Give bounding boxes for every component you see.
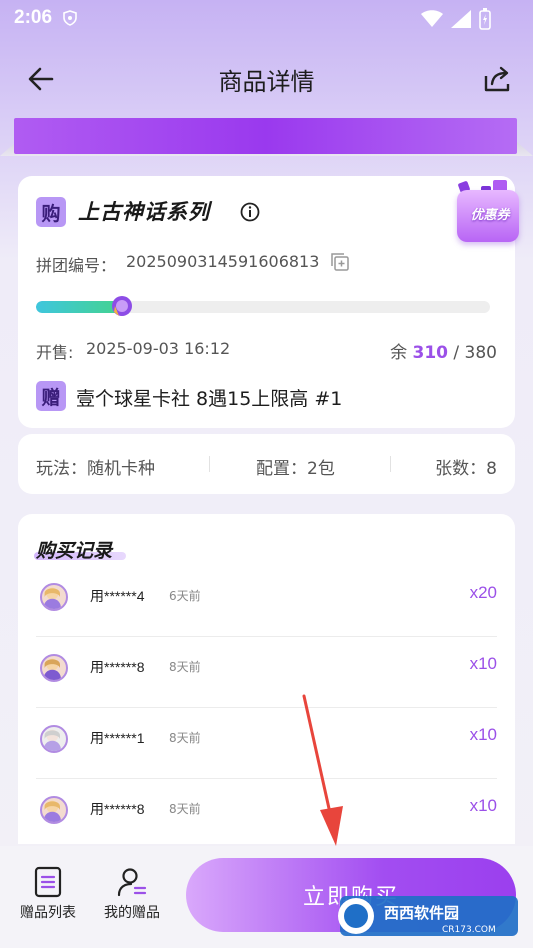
avatar bbox=[40, 583, 68, 611]
remain-separator: / bbox=[453, 343, 460, 363]
record-quantity: x10 bbox=[469, 725, 497, 744]
signal-icon bbox=[451, 10, 471, 28]
attr-config: 配置：2包 bbox=[256, 459, 335, 479]
list-icon bbox=[34, 866, 62, 898]
series-title: 上古神话系列 bbox=[78, 200, 210, 224]
gift-text: 壹个球星卡社 8遇15上限高 #1 bbox=[76, 388, 343, 410]
wifi-icon bbox=[421, 10, 443, 27]
gift-badge: 赠 bbox=[36, 381, 66, 411]
sale-label: 开售: bbox=[36, 343, 74, 362]
battery-icon bbox=[479, 8, 491, 30]
record-time: 8天前 bbox=[169, 731, 201, 745]
watermark-logo: 西西软件园 CR173.COM bbox=[338, 896, 518, 936]
user-name: 用******1 bbox=[90, 730, 145, 746]
watermark-text: 西西软件园 bbox=[384, 904, 459, 922]
user-name: 用******8 bbox=[90, 801, 145, 817]
record-time: 8天前 bbox=[169, 660, 201, 674]
remain-count: 310 bbox=[412, 343, 449, 363]
group-number: 2025090314591606813 bbox=[126, 252, 320, 271]
attributes-card: 玩法：随机卡种 配置：2包 张数：8 bbox=[18, 434, 515, 494]
avatar bbox=[40, 796, 68, 824]
sale-time: 2025-09-03 16:12 bbox=[86, 339, 231, 358]
attr-play-mode: 玩法：随机卡种 bbox=[36, 459, 155, 479]
progress-bar bbox=[36, 301, 490, 313]
info-icon[interactable] bbox=[240, 202, 260, 222]
purchase-records-card: 购买记录 用******4 6天前 x20 用******8 8天前 x10 用… bbox=[18, 514, 515, 844]
record-quantity: x10 bbox=[469, 654, 497, 673]
record-row: 用******1 8天前 x10 bbox=[36, 708, 497, 779]
records-title: 购买记录 bbox=[36, 540, 113, 562]
header: 商品详情 bbox=[0, 48, 533, 108]
avatar bbox=[40, 654, 68, 682]
divider bbox=[390, 456, 391, 472]
gift-list-label: 赠品列表 bbox=[20, 905, 76, 921]
record-quantity: x20 bbox=[469, 583, 497, 602]
my-gifts-button[interactable]: 我的赠品 bbox=[97, 866, 167, 922]
coupon-badge[interactable]: 优惠券 bbox=[453, 176, 527, 256]
progress-knob-icon bbox=[112, 296, 133, 316]
status-icons bbox=[421, 8, 491, 30]
status-bar: 2:06 bbox=[0, 0, 533, 36]
record-row: 用******4 6天前 x20 bbox=[36, 566, 497, 637]
coupon-label: 优惠券 bbox=[470, 208, 510, 223]
record-time: 8天前 bbox=[169, 802, 201, 816]
record-row: 用******8 8天前 x10 bbox=[36, 779, 497, 844]
avatar bbox=[40, 725, 68, 753]
group-number-label: 拼团编号： bbox=[36, 256, 117, 275]
record-row: 用******8 8天前 x10 bbox=[36, 637, 497, 708]
record-time: 6天前 bbox=[169, 589, 201, 603]
watermark-domain: CR173.COM bbox=[442, 925, 496, 935]
share-icon bbox=[484, 66, 510, 92]
total-count: 380 bbox=[464, 343, 497, 363]
divider bbox=[209, 456, 210, 472]
gift-list-button[interactable]: 赠品列表 bbox=[13, 866, 83, 922]
my-gifts-label: 我的赠品 bbox=[104, 905, 160, 921]
user-icon bbox=[117, 868, 147, 897]
page-title: 商品详情 bbox=[218, 68, 315, 96]
remaining-stock: 余 310 / 380 bbox=[390, 338, 497, 363]
share-button[interactable] bbox=[481, 62, 515, 96]
status-time: 2:06 bbox=[14, 7, 53, 28]
shield-icon bbox=[63, 10, 77, 26]
buy-badge: 购 bbox=[36, 197, 66, 227]
product-info-card: 购 上古神话系列 优惠券 拼团编号： 2025090314591606813 开… bbox=[18, 176, 519, 428]
attr-card-count: 张数：8 bbox=[435, 459, 497, 479]
user-name: 用******8 bbox=[90, 659, 145, 675]
product-banner bbox=[14, 118, 517, 154]
copy-icon[interactable] bbox=[330, 252, 350, 272]
record-quantity: x10 bbox=[469, 796, 497, 815]
user-name: 用******4 bbox=[90, 588, 145, 604]
remain-label: 余 bbox=[390, 343, 408, 363]
